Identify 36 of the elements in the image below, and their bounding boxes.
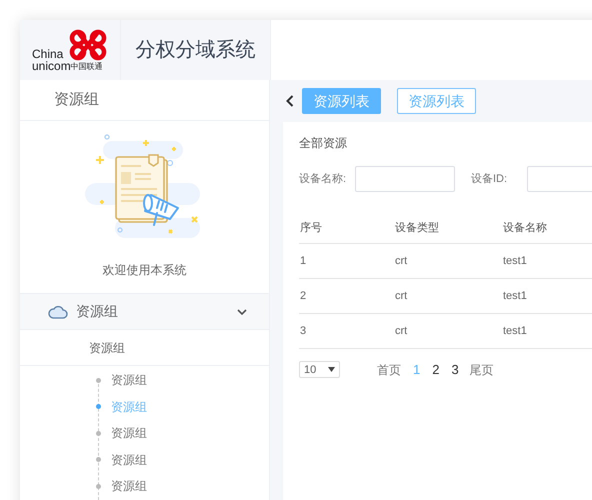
last-page-link[interactable]: 尾页 [470,360,494,379]
page-number[interactable]: 2 [432,360,440,380]
logo-text: China [32,48,64,60]
filter-label: 设备ID: [471,172,508,187]
cloud-icon [48,304,68,318]
table-cell-text: crt [395,254,408,269]
input-field[interactable] [355,166,455,192]
sidebar-heading: 资源组 [54,90,99,110]
panel-title: 全部资源 [299,135,348,152]
sidebar-item[interactable]: 资源组 [111,424,147,442]
logo-text: 中国联通 [70,62,103,72]
table-cell-text: crt [395,324,408,339]
sidebar-item[interactable]: 资源组 [111,371,147,390]
dropdown-caret-icon [328,367,335,372]
welcome-text: 欢迎使用本系统 [102,262,186,279]
table-cell-text: test1 [503,254,528,269]
column-header: 设备名称 [503,221,548,236]
table-cell-text: 3 [300,324,308,339]
table-cell-text: 1 [300,254,308,269]
table-cell-text: crt [395,288,408,304]
page-number[interactable]: 3 [451,360,459,380]
table-cell-text: test1 [503,324,528,339]
app-title: 分权分域系统 [136,38,256,63]
back-chevron-icon[interactable] [286,95,294,107]
sidebar-item[interactable]: 资源组 [111,477,147,496]
sidebar-item[interactable]: 资源组 [111,450,147,469]
page-size-select[interactable]: 10 [299,361,340,378]
first-page-link[interactable]: 首页 [377,360,401,379]
column-header: 序号 [300,220,323,236]
table-cell-text: 2 [300,288,308,304]
sidebar-group[interactable]: 资源组 [20,293,269,330]
column-header: 设备类型 [395,221,440,236]
sidebar-subgroup[interactable]: 资源组 [20,330,269,366]
filter-label: 设备名称: [299,172,348,187]
logo-text: unicom [32,60,71,72]
table-cell-text: test1 [503,288,528,304]
